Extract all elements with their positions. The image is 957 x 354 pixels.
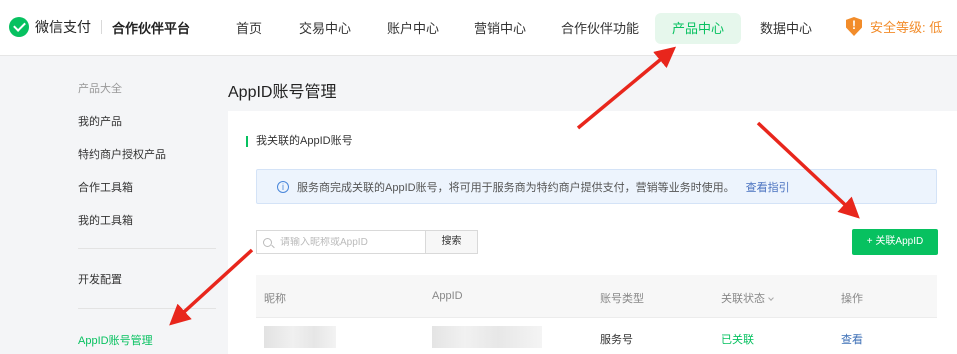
column-header-nickname: 昵称 (264, 293, 286, 305)
view-guide-link[interactable]: 查看指引 (746, 179, 790, 195)
info-notice: i 服务商完成关联的AppID账号，将可用于服务商为特约商户提供支付，营销等业务… (256, 169, 937, 204)
security-level[interactable]: 安全等级: 低 (846, 17, 942, 36)
redacted-appid (432, 326, 542, 348)
appid-table: 昵称 AppID 账号类型 关联状态 操作 服务号 已关联 查看 (256, 275, 937, 354)
sidebar-item-partner-toolbox[interactable]: 合作工具箱 (78, 179, 133, 195)
brand-divider (101, 20, 102, 34)
page-title: AppID账号管理 (228, 84, 337, 101)
nav-home[interactable]: 首页 (236, 13, 262, 44)
table-row: 服务号 已关联 查看 (256, 318, 937, 354)
nav-account-center[interactable]: 账户中心 (387, 13, 439, 44)
content-panel: 我关联的AppID账号 i 服务商完成关联的AppID账号，将可用于服务商为特约… (228, 111, 957, 354)
table-header: 昵称 AppID 账号类型 关联状态 操作 (256, 275, 937, 318)
column-header-status[interactable]: 关联状态 (721, 290, 774, 306)
shield-warning-icon (846, 17, 862, 36)
search-box (256, 230, 425, 254)
column-header-appid: AppID (432, 290, 463, 302)
brand-name: 微信支付 (35, 19, 91, 35)
top-navigation-bar: 微信支付 合作伙伴平台 首页 交易中心 账户中心 营销中心 合作伙伴功能 产品中… (0, 0, 957, 56)
sidebar: 产品大全 我的产品 特约商户授权产品 合作工具箱 我的工具箱 开发配置 AppI… (0, 57, 228, 354)
notice-text: 服务商完成关联的AppID账号，将可用于服务商为特约商户提供支付，营销等业务时使… (297, 181, 735, 194)
sidebar-divider (78, 248, 216, 249)
sidebar-item-dev-config[interactable]: 开发配置 (78, 271, 122, 287)
section-title: 我关联的AppID账号 (246, 136, 353, 147)
wechat-pay-logo-icon (9, 17, 29, 37)
sidebar-heading: 产品大全 (78, 83, 122, 95)
sidebar-item-merchant-authorized-products[interactable]: 特约商户授权产品 (78, 146, 166, 162)
sidebar-divider (78, 308, 216, 309)
column-header-account-type: 账号类型 (600, 293, 644, 305)
nav-marketing-center[interactable]: 营销中心 (474, 13, 526, 44)
cell-account-type: 服务号 (600, 334, 633, 346)
security-level-label: 安全等级: 低 (870, 20, 943, 35)
search-button[interactable]: 搜索 (425, 230, 478, 254)
nav-partner-functions[interactable]: 合作伙伴功能 (561, 13, 639, 44)
platform-name: 合作伙伴平台 (112, 20, 191, 36)
cell-status: 已关联 (721, 334, 754, 346)
search-icon (263, 237, 272, 247)
sidebar-item-my-products[interactable]: 我的产品 (78, 113, 122, 129)
column-header-actions: 操作 (841, 293, 863, 305)
chevron-down-icon (768, 295, 774, 301)
redacted-nickname (264, 326, 336, 348)
status-header-label: 关联状态 (721, 293, 765, 305)
nav-product-center[interactable]: 产品中心 (655, 13, 742, 44)
nav-data-center[interactable]: 数据中心 (760, 13, 812, 44)
view-link[interactable]: 查看 (841, 331, 863, 347)
search-input[interactable] (280, 236, 420, 248)
brand-logo[interactable]: 微信支付 合作伙伴平台 (9, 17, 190, 37)
sidebar-item-appid-management[interactable]: AppID账号管理 (78, 332, 153, 348)
info-icon: i (277, 180, 289, 193)
sidebar-item-my-toolbox[interactable]: 我的工具箱 (78, 212, 133, 228)
add-appid-button[interactable]: + 关联AppID (852, 229, 938, 255)
nav-transaction-center[interactable]: 交易中心 (299, 13, 351, 44)
